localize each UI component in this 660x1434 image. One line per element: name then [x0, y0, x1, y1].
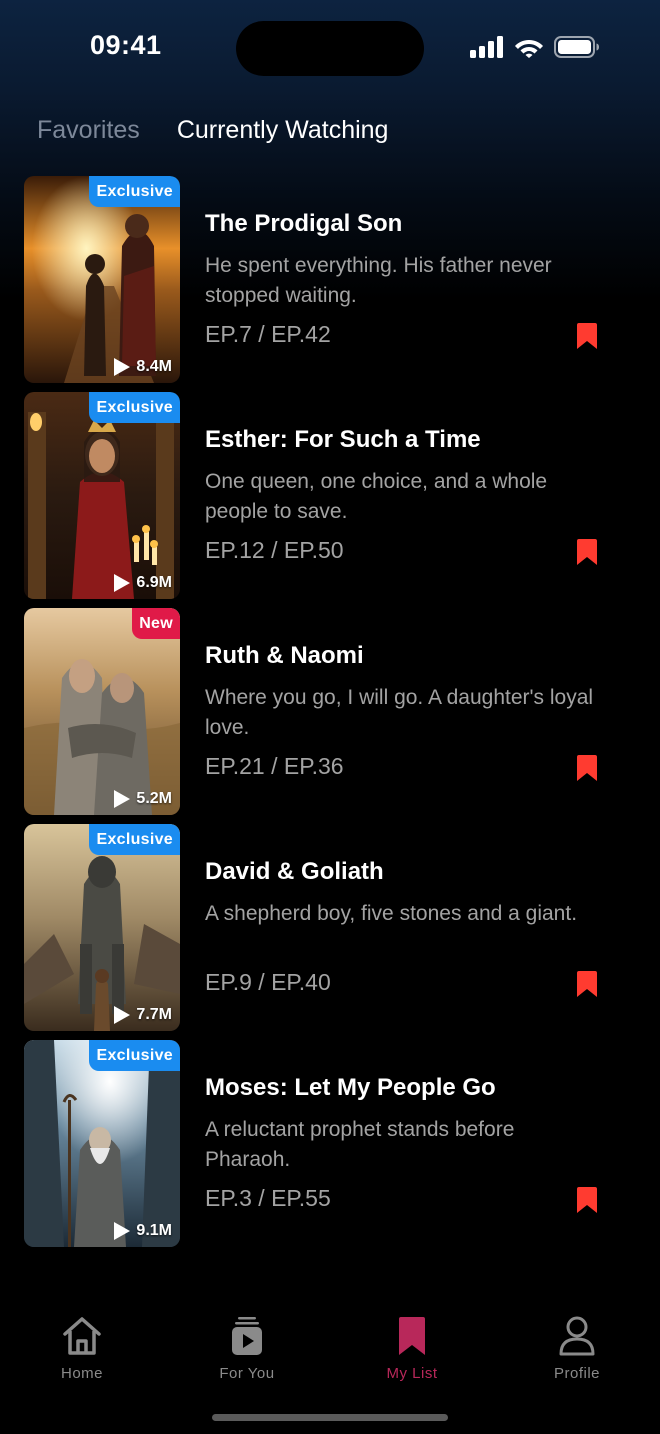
- bookmark-icon[interactable]: [577, 755, 597, 781]
- view-count-label: 8.4M: [136, 358, 172, 375]
- item-description: Where you go, I will go. A daughter's lo…: [205, 686, 594, 739]
- item-info: Ruth & Naomi Where you go, I will go. A …: [205, 640, 605, 743]
- poster-image: [24, 392, 180, 599]
- item-title: David & Goliath: [205, 858, 384, 885]
- poster-image: [24, 824, 180, 1031]
- nav-my-list-label: My List: [386, 1365, 438, 1382]
- item-description: One queen, one choice, and a whole peopl…: [205, 470, 548, 523]
- poster-thumbnail[interactable]: New 5.2M: [24, 608, 180, 815]
- view-count-label: 5.2M: [136, 790, 172, 807]
- status-icons: [470, 36, 600, 58]
- view-count: 6.9M: [114, 574, 172, 592]
- episode-progress: EP.9 / EP.40: [205, 969, 331, 995]
- poster-thumbnail[interactable]: Exclusive 6.9M: [24, 392, 180, 599]
- item-description: A reluctant prophet stands before Pharao…: [205, 1118, 515, 1171]
- dynamic-island: [236, 21, 424, 76]
- episode-progress: EP.3 / EP.55: [205, 1185, 331, 1211]
- tab-favorites[interactable]: Favorites: [37, 116, 140, 145]
- poster-image: [24, 1040, 180, 1247]
- view-count: 9.1M: [114, 1222, 172, 1240]
- bookmark-icon[interactable]: [577, 1187, 597, 1213]
- view-count: 5.2M: [114, 790, 172, 808]
- bookmark-icon[interactable]: [577, 539, 597, 565]
- poster-image: [24, 608, 180, 815]
- nav-home[interactable]: Home: [22, 1316, 142, 1382]
- bookmark-icon: [399, 1317, 425, 1355]
- view-count: 7.7M: [114, 1006, 172, 1024]
- item-description: He spent everything. His father never st…: [205, 254, 552, 307]
- poster-thumbnail[interactable]: Exclusive 9.1M: [24, 1040, 180, 1247]
- nav-my-list[interactable]: My List: [352, 1316, 472, 1382]
- battery-icon: [554, 36, 599, 58]
- home-icon: [63, 1317, 101, 1355]
- list-item[interactable]: New 5.2M Ruth & Naomi Where you go, I wi…: [24, 608, 636, 824]
- top-tabs: Favorites Currently Watching: [37, 116, 388, 145]
- list-item[interactable]: Exclusive 9.1M Moses: Let My People Go A…: [24, 1040, 636, 1256]
- exclusive-badge: Exclusive: [89, 1040, 180, 1071]
- bottom-nav: Home For You My List Profile: [0, 1316, 660, 1396]
- item-title: The Prodigal Son: [205, 210, 403, 237]
- bookmark-icon[interactable]: [577, 971, 597, 997]
- list-item[interactable]: Exclusive 8.4M The Prodigal Son He spent…: [24, 176, 636, 392]
- bookmark-icon[interactable]: [577, 323, 597, 349]
- exclusive-badge: Exclusive: [89, 392, 180, 423]
- play-icon: [114, 1222, 131, 1240]
- item-info: The Prodigal Son He spent everything. Hi…: [205, 208, 605, 311]
- nav-for-you-label: For You: [219, 1365, 275, 1382]
- person-icon: [559, 1316, 595, 1356]
- status-time: 09:41: [90, 30, 162, 60]
- episode-progress: EP.21 / EP.36: [205, 753, 344, 779]
- watching-list: Exclusive 8.4M The Prodigal Son He spent…: [24, 176, 636, 1256]
- item-title: Moses: Let My People Go: [205, 1074, 496, 1101]
- view-count: 8.4M: [114, 358, 172, 376]
- exclusive-badge: Exclusive: [89, 176, 180, 207]
- item-info: David & Goliath A shepherd boy, five sto…: [205, 856, 605, 929]
- episode-progress: EP.12 / EP.50: [205, 537, 344, 563]
- play-icon: [114, 574, 131, 592]
- tab-currently-watching[interactable]: Currently Watching: [177, 116, 389, 145]
- wifi-icon: [515, 40, 543, 58]
- item-title: Esther: For Such a Time: [205, 426, 481, 453]
- item-description: A shepherd boy, five stones and a giant.: [205, 902, 578, 925]
- view-count-label: 9.1M: [136, 1222, 172, 1239]
- nav-home-label: Home: [60, 1365, 103, 1382]
- nav-for-you[interactable]: For You: [187, 1316, 307, 1382]
- new-badge: New: [132, 608, 180, 639]
- cellular-signal-icon: [470, 36, 503, 58]
- item-title: Ruth & Naomi: [205, 642, 364, 669]
- play-stack-icon: [232, 1317, 262, 1355]
- poster-thumbnail[interactable]: Exclusive 7.7M: [24, 824, 180, 1031]
- view-count-label: 7.7M: [136, 1006, 172, 1023]
- nav-profile-label: Profile: [553, 1365, 601, 1382]
- poster-thumbnail[interactable]: Exclusive 8.4M: [24, 176, 180, 383]
- item-info: Moses: Let My People Go A reluctant prop…: [205, 1072, 605, 1175]
- play-icon: [114, 790, 131, 808]
- exclusive-badge: Exclusive: [89, 824, 180, 855]
- poster-image: [24, 176, 180, 383]
- list-item[interactable]: Exclusive 7.7M David & Goliath A shepher…: [24, 824, 636, 1040]
- play-icon: [114, 358, 131, 376]
- nav-profile[interactable]: Profile: [517, 1316, 637, 1382]
- my-list-screen: 09:41 Favorites Currently Watching Exclu…: [0, 0, 660, 1434]
- episode-progress: EP.7 / EP.42: [205, 321, 331, 347]
- item-info: Esther: For Such a Time One queen, one c…: [205, 424, 605, 527]
- view-count-label: 6.9M: [136, 574, 172, 591]
- home-indicator[interactable]: [212, 1414, 448, 1421]
- play-icon: [114, 1006, 131, 1024]
- list-item[interactable]: Exclusive 6.9M Esther: For Such a Time O…: [24, 392, 636, 608]
